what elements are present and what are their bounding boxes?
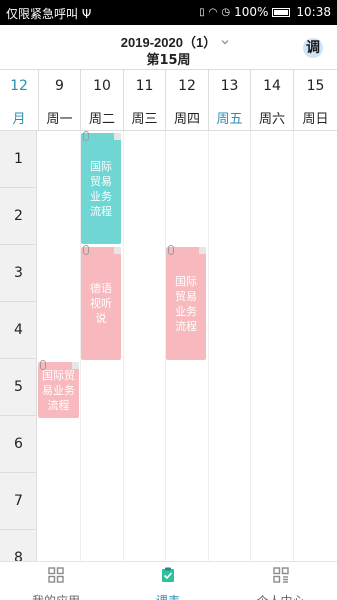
day-divider: [293, 131, 294, 561]
timetable-grid: 1 2 3 4 5 6 7 8 国际贸易业务流程 德语视听说 国际贸易业务流程 …: [0, 131, 337, 561]
day-number: 12: [178, 78, 196, 94]
course-title: 国际贸易业务流程: [90, 159, 112, 218]
clipboard-check-icon: [162, 567, 174, 582]
day-header-mon: 9 周一: [38, 70, 80, 130]
nav-label: 我的应用: [0, 592, 112, 600]
status-left: 仅限紧急呼叫 Ψ: [6, 5, 91, 22]
day-label: 周四: [173, 112, 200, 127]
day-header-thu: 12 周四: [165, 70, 208, 130]
carrier-text: 仅限紧急呼叫: [6, 7, 79, 21]
wifi-icon: ◠: [208, 6, 218, 18]
week-header: 12 月 9 周一 10 周二 11 周三 12 周四 13 周五 14 周六 …: [0, 69, 337, 131]
course-title: 国际贸易业务流程: [175, 274, 197, 333]
nav-profile[interactable]: 个人中心: [224, 562, 337, 600]
day-header-fri: 13 周五: [208, 70, 250, 130]
status-right: ▯ ◠ ◷ 100% 10:38: [199, 5, 331, 19]
period-label: 8: [0, 530, 37, 561]
period-label: 6: [0, 416, 37, 473]
day-label: 周一: [46, 112, 73, 127]
paperclip-icon: [40, 360, 46, 370]
apps-grid-icon: [48, 567, 64, 583]
nav-label: 个人中心: [224, 592, 337, 600]
paperclip-icon: [83, 131, 89, 141]
day-label: 周二: [88, 112, 115, 127]
status-bar: 仅限紧急呼叫 Ψ ▯ ◠ ◷ 100% 10:38: [0, 0, 337, 25]
week-title[interactable]: 第15周: [0, 49, 337, 68]
month-label: 月: [12, 112, 26, 127]
day-number: 13: [220, 78, 239, 94]
month-cell: 12 月: [0, 70, 38, 130]
period-label: 2: [0, 188, 37, 245]
day-divider: [123, 131, 124, 561]
day-number: 15: [306, 78, 325, 94]
day-number: 11: [135, 78, 154, 94]
corner-fold: [114, 133, 121, 140]
nav-my-apps[interactable]: 我的应用: [0, 562, 112, 600]
course-card[interactable]: 国际贸易业务流程: [81, 131, 121, 244]
day-number: 14: [263, 78, 281, 94]
day-divider: [208, 131, 209, 561]
day-number: 9: [55, 78, 64, 94]
corner-fold: [114, 247, 121, 254]
period-label: 5: [0, 359, 37, 416]
course-card[interactable]: 德语视听说: [81, 245, 121, 360]
nav-timetable[interactable]: 课表: [112, 562, 224, 600]
usb-icon: Ψ: [81, 7, 92, 21]
day-label: 周日: [302, 112, 329, 127]
grid-user-icon: [272, 567, 289, 583]
day-header-sat: 14 周六: [250, 70, 293, 130]
day-header-sun: 15 周日: [293, 70, 337, 130]
alarm-icon: ◷: [221, 6, 231, 18]
period-label: 1: [0, 131, 37, 188]
chevron-down-icon[interactable]: [220, 37, 230, 47]
paperclip-icon: [83, 245, 89, 255]
battery-icon: [272, 7, 291, 17]
period-column: 1 2 3 4 5 6 7 8: [0, 131, 37, 561]
course-card[interactable]: 国际贸易业务流程: [38, 360, 79, 418]
day-header-wed: 11 周三: [123, 70, 165, 130]
period-label: 7: [0, 473, 37, 530]
paperclip-icon: [168, 245, 174, 255]
vibrate-icon: ▯: [199, 6, 205, 18]
day-header-tue: 10 周二: [80, 70, 123, 130]
period-label: 4: [0, 302, 37, 359]
corner-fold: [199, 247, 206, 254]
adjust-button[interactable]: 调: [303, 38, 323, 58]
header: 2019-2020（1） 第15周 调: [0, 25, 337, 69]
clock: 10:38: [296, 5, 331, 19]
battery-percent: 100%: [234, 5, 269, 19]
day-label-today: 周五: [216, 112, 243, 127]
day-number: 10: [93, 78, 111, 94]
period-label: 3: [0, 245, 37, 302]
month-number: 12: [10, 78, 28, 94]
corner-fold: [72, 362, 79, 369]
nav-label: 课表: [112, 592, 224, 600]
course-card[interactable]: 国际贸易业务流程: [166, 245, 206, 360]
course-title: 国际贸易业务流程: [42, 368, 75, 412]
day-divider: [250, 131, 251, 561]
course-title: 德语视听说: [90, 282, 112, 325]
day-label: 周三: [131, 112, 158, 127]
day-label: 周六: [258, 112, 285, 127]
bottom-nav: 我的应用 课表 个人中心: [0, 561, 337, 600]
